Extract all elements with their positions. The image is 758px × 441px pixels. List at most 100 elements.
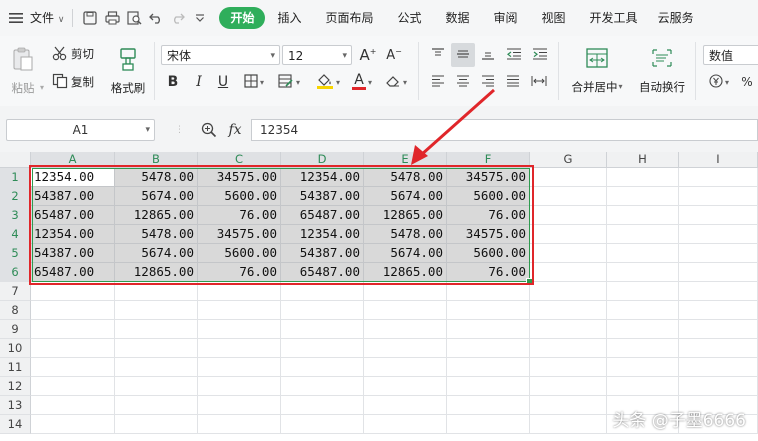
empty-cell[interactable] — [679, 282, 758, 301]
empty-cell[interactable] — [198, 320, 281, 339]
data-cell[interactable]: 54387.00 — [281, 244, 364, 263]
tab-page-layout[interactable]: 页面布局 — [313, 0, 385, 36]
empty-cell[interactable] — [281, 320, 364, 339]
row-header[interactable]: 5 — [0, 244, 31, 263]
decrease-indent-button[interactable] — [504, 45, 524, 65]
empty-cell[interactable] — [115, 282, 198, 301]
number-format-select[interactable]: 数值 — [703, 45, 758, 65]
row-header[interactable]: 3 — [0, 206, 31, 225]
column-header[interactable]: A — [31, 152, 115, 168]
data-cell[interactable]: 34575.00 — [447, 225, 530, 244]
row-header[interactable]: 4 — [0, 225, 31, 244]
empty-cell[interactable] — [530, 339, 607, 358]
empty-cell[interactable] — [530, 206, 607, 225]
data-cell[interactable]: 5600.00 — [198, 244, 281, 263]
save-icon[interactable] — [79, 0, 101, 36]
empty-cell[interactable] — [281, 282, 364, 301]
column-header[interactable]: C — [198, 152, 281, 168]
data-cell[interactable]: 65487.00 — [31, 263, 115, 282]
row-header[interactable]: 8 — [0, 301, 31, 320]
font-color-button[interactable]: A ▾ — [348, 72, 376, 92]
empty-cell[interactable] — [115, 377, 198, 396]
underline-button[interactable]: U — [214, 72, 232, 92]
data-cell[interactable]: 5478.00 — [115, 225, 198, 244]
data-cell[interactable]: 34575.00 — [198, 168, 281, 187]
name-box[interactable]: A1 ▾ — [6, 119, 155, 141]
merge-center-button[interactable]: 合并居中 ▾ — [566, 42, 628, 100]
column-header[interactable]: F — [447, 152, 530, 168]
data-cell[interactable]: 12865.00 — [364, 206, 447, 225]
data-cell[interactable]: 5600.00 — [198, 187, 281, 206]
paste-dropdown-icon[interactable]: ▾ — [38, 82, 46, 92]
hamburger-menu-icon[interactable] — [6, 0, 26, 36]
empty-cell[interactable] — [281, 377, 364, 396]
insert-function-button[interactable]: fx — [224, 120, 246, 140]
data-cell[interactable]: 76.00 — [198, 206, 281, 225]
decrease-font-size-button[interactable]: A − — [384, 45, 404, 65]
spreadsheet-grid[interactable]: A B C D E F G H I 1 12354.00 5478.00 34575.00 12354.0… — [0, 152, 758, 441]
empty-cell[interactable] — [607, 282, 679, 301]
data-cell[interactable]: 12354.00 — [281, 225, 364, 244]
empty-cell[interactable] — [364, 301, 447, 320]
empty-cell[interactable] — [115, 415, 198, 434]
row-header[interactable]: 14 — [0, 415, 31, 434]
customize-toolbar-icon[interactable] — [189, 0, 211, 36]
empty-cell[interactable] — [607, 225, 679, 244]
cut-button[interactable]: 剪切 — [52, 44, 94, 64]
empty-cell[interactable] — [31, 301, 115, 320]
empty-cell[interactable] — [31, 339, 115, 358]
row-header[interactable]: 9 — [0, 320, 31, 339]
empty-cell[interactable] — [679, 187, 758, 206]
empty-cell[interactable] — [530, 396, 607, 415]
empty-cell[interactable] — [447, 415, 530, 434]
wrap-text-button[interactable]: 自动换行 — [634, 42, 690, 100]
align-center-button[interactable] — [453, 72, 473, 92]
empty-cell[interactable] — [607, 168, 679, 187]
bold-button[interactable]: B — [164, 72, 182, 92]
empty-cell[interactable] — [447, 339, 530, 358]
increase-font-size-button[interactable]: A + — [358, 45, 378, 65]
empty-cell[interactable] — [530, 168, 607, 187]
empty-cell[interactable] — [530, 282, 607, 301]
row-header[interactable]: 7 — [0, 282, 31, 301]
empty-cell[interactable] — [115, 301, 198, 320]
column-header[interactable]: B — [115, 152, 198, 168]
empty-cell[interactable] — [679, 206, 758, 225]
empty-cell[interactable] — [115, 358, 198, 377]
empty-cell[interactable] — [198, 415, 281, 434]
empty-cell[interactable] — [607, 358, 679, 377]
data-cell[interactable]: 54387.00 — [281, 187, 364, 206]
data-cell[interactable]: 34575.00 — [198, 225, 281, 244]
data-cell[interactable]: 12865.00 — [115, 263, 198, 282]
empty-cell[interactable] — [530, 263, 607, 282]
print-preview-icon[interactable] — [123, 0, 145, 36]
fill-color-button[interactable]: ▾ — [312, 72, 344, 92]
tab-review[interactable]: 审阅 — [482, 0, 530, 36]
tab-developer[interactable]: 开发工具 — [578, 0, 650, 36]
empty-cell[interactable] — [607, 301, 679, 320]
empty-cell[interactable] — [447, 301, 530, 320]
data-cell[interactable]: 5600.00 — [447, 187, 530, 206]
column-header[interactable]: H — [607, 152, 679, 168]
row-header[interactable]: 1 — [0, 168, 31, 187]
borders-button[interactable]: ▾ — [240, 72, 268, 92]
data-cell[interactable]: 34575.00 — [447, 168, 530, 187]
empty-cell[interactable] — [198, 282, 281, 301]
fill-handle[interactable] — [526, 278, 533, 285]
empty-cell[interactable] — [679, 339, 758, 358]
empty-cell[interactable] — [679, 168, 758, 187]
data-cell[interactable]: 5674.00 — [115, 244, 198, 263]
data-cell[interactable]: 5478.00 — [115, 168, 198, 187]
paste-button[interactable]: 粘贴 — [6, 42, 40, 100]
data-cell[interactable]: 76.00 — [447, 206, 530, 225]
empty-cell[interactable] — [447, 377, 530, 396]
empty-cell[interactable] — [530, 244, 607, 263]
font-size-select[interactable]: 12 ▾ — [282, 45, 352, 65]
empty-cell[interactable] — [530, 187, 607, 206]
data-cell[interactable]: 12865.00 — [364, 263, 447, 282]
data-cell[interactable]: 5674.00 — [364, 244, 447, 263]
justify-button[interactable] — [503, 72, 523, 92]
empty-cell[interactable] — [364, 396, 447, 415]
format-painter-button[interactable]: 格式刷 — [106, 42, 150, 100]
empty-cell[interactable] — [447, 320, 530, 339]
